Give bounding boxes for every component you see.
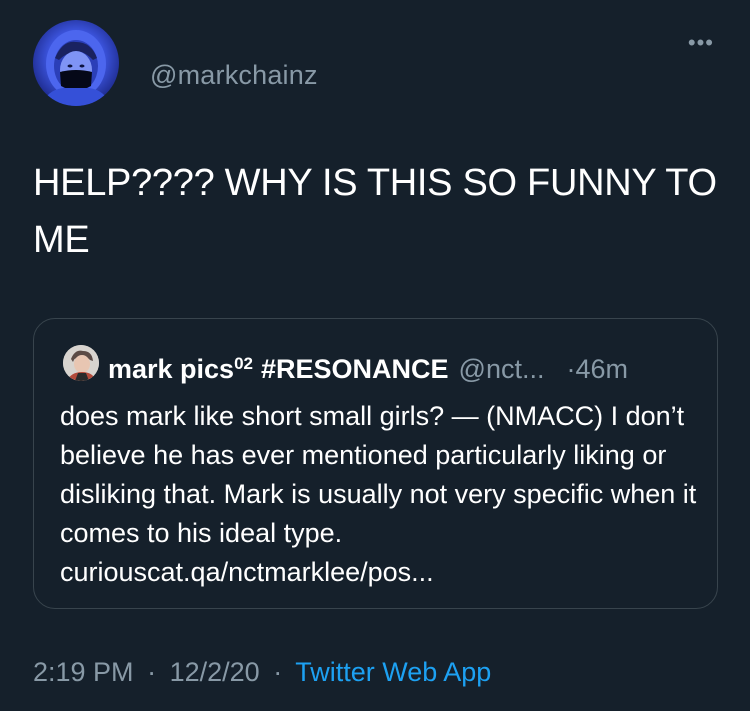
- tweet-time[interactable]: 2:19 PM: [33, 657, 134, 687]
- quoted-text: does mark like short small girls? — (NMA…: [60, 401, 697, 587]
- more-options-icon[interactable]: •••: [688, 30, 714, 56]
- quoted-display-name[interactable]: mark pics: [108, 354, 234, 384]
- quoted-tweet[interactable]: mark pics02 #RESONANCE @nct... ·46m does ma…: [33, 318, 718, 609]
- avatar[interactable]: [33, 20, 119, 106]
- author-handle[interactable]: @markchainz: [150, 60, 318, 91]
- tweet-text: HELP???? WHY IS THIS SO FUNNY TO ME: [33, 162, 717, 261]
- quoted-timestamp[interactable]: 46m: [575, 354, 628, 384]
- quoted-handle[interactable]: @nct...: [459, 354, 545, 384]
- meta-separator: ·: [147, 657, 157, 687]
- hooded-person-image: [41, 30, 111, 106]
- meta-separator: ·: [273, 657, 283, 687]
- quoted-header: mark pics02 #RESONANCE @nct... ·46m: [108, 347, 708, 386]
- tweet-meta: 2:19 PM · 12/2/20 · Twitter Web App: [33, 657, 491, 688]
- tweet-date[interactable]: 12/2/20: [170, 657, 260, 687]
- quoted-avatar-image: [63, 345, 99, 381]
- quoted-name-superscript: 02: [234, 354, 253, 373]
- quoted-hashtag: #RESONANCE: [261, 354, 449, 384]
- source-app-link[interactable]: Twitter Web App: [295, 657, 491, 687]
- tweet-card: @markchainz ••• HELP???? WHY IS THIS SO …: [0, 0, 750, 711]
- quoted-avatar[interactable]: [63, 345, 99, 381]
